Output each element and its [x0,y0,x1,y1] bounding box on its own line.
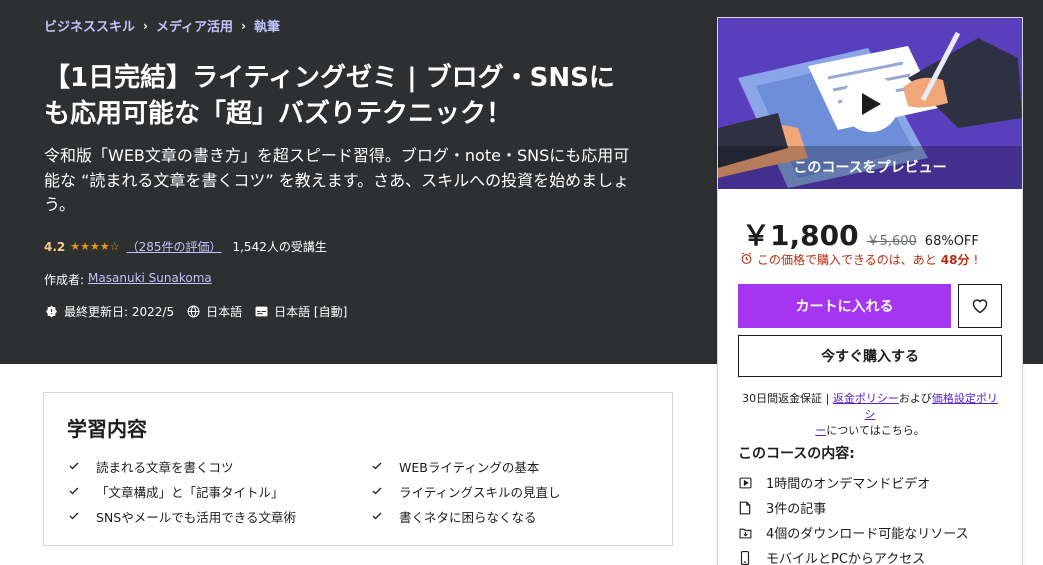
current-price: ￥1,800 [742,219,859,252]
alert-badge-icon [44,305,58,319]
learn-item: SNSやメールでも活用できる文章術 [68,507,371,525]
guarantee-prefix: 30日間返金保証 | [742,392,833,405]
author-label: 作成者: [44,273,85,287]
alarm-clock-icon [740,252,753,268]
guarantee-and: および [898,392,932,405]
learn-item: 読まれる文章を書くコツ [68,457,371,475]
captions-text: 日本語 [自動] [274,305,348,319]
learn-item-text: 書くネタに困らなくなる [399,509,537,525]
learn-item-text: ライティングスキルの見直し [399,484,561,500]
price-row: ￥1,800 ￥5,600 68%OFF [742,214,979,254]
purchase-card: このコースをプレビュー ￥1,800 ￥5,600 68%OFF この価格で購入… [717,17,1023,565]
discount-percent: 68%OFF [924,234,979,249]
closed-caption-icon [254,305,268,319]
sale-timer: この価格で購入できるのは、あと 48分! [740,251,978,268]
includes-item: 4個のダウンロード可能なリソース [738,520,969,545]
course-preview[interactable]: このコースをプレビュー [718,18,1022,189]
learn-item-text: 読まれる文章を書くコツ [96,459,234,475]
check-icon [371,485,383,497]
wishlist-button[interactable] [958,284,1002,328]
captions: 日本語 [自動] [254,303,347,320]
buy-now-button[interactable]: 今すぐ購入する [738,335,1002,377]
author-row: 作成者: Masanuki Sunakoma [44,271,212,288]
learn-item: 書くネタに困らなくなる [371,507,648,525]
learn-item: WEBライティングの基本 [371,457,648,475]
includes-item-label: 4個のダウンロード可能なリソース [766,527,969,542]
mobile-icon [738,550,752,565]
check-icon [371,460,383,472]
preview-label: このコースをプレビュー [793,160,947,176]
includes-item: 1時間のオンデマンドビデオ [738,470,969,495]
last-updated: 最終更新日: 2022/5 [44,303,174,320]
breadcrumb: ビジネススキル › メディア活用 › 執筆 [44,16,280,36]
includes-item-label: モバイルとPCからアクセス [766,552,926,565]
course-title-line2: も応用可能な「超」バズりテクニック！ [44,99,513,129]
what-you-will-learn: 学習内容 読まれる文章を書くコツ WEBライティングの基本 「文章構成」と「記事… [43,392,673,546]
includes-item: モバイルとPCからアクセス [738,545,969,565]
course-meta-row: 最終更新日: 2022/5 日本語 日本語 [自動] [44,303,353,320]
article-icon [738,501,752,515]
includes-item: 3件の記事 [738,495,969,520]
check-icon [68,460,80,472]
rating-count-link[interactable]: （285件の評価） [127,238,222,255]
chevron-right-icon: › [241,18,247,33]
download-icon [738,526,752,540]
includes-list: 1時間のオンデマンドビデオ 3件の記事 4個のダウンロード可能なリソース モバイ… [738,470,969,565]
course-subtitle-line1: 令和版「WEB文章の書き方」を超スピード習得。ブログ・note・SNSにも応用可 [44,146,630,165]
guarantee-suffix: についてはこちら。 [826,424,925,437]
play-icon [861,92,881,115]
learn-item-text: WEBライティングの基本 [399,459,540,475]
original-price: ￥5,600 [866,234,917,249]
timer-suffix: ! [973,252,979,267]
learn-item: 「文章構成」と「記事タイトル」 [68,482,371,500]
author-link[interactable]: Masanuki Sunakoma [88,271,212,288]
course-subtitle-line2: 能な “読まれる文章を書くコツ” を教えます。さあ、スキルへの投資を始めましょ [44,170,630,190]
money-back-guarantee: 30日間返金保証 | 返金ポリシーおよび価格設定ポリシ ーについてはこちら。 [738,391,1002,439]
heart-icon [972,299,988,314]
language: 日本語 [186,303,242,320]
refund-policy-link[interactable]: 返金ポリシー [833,392,899,405]
pricing-policy-link-end[interactable]: ー [815,424,826,437]
course-subtitle: 令和版「WEB文章の書き方」を超スピード習得。ブログ・note・SNSにも応用可… [44,144,684,218]
check-icon [371,510,383,522]
check-icon [68,510,80,522]
includes-title: このコースの内容: [738,446,855,462]
chevron-right-icon: › [143,18,148,33]
includes-item-label: 1時間のオンデマンドビデオ [766,477,931,492]
star-rating-icon: ★★★★☆ [70,240,120,253]
check-icon [68,485,80,497]
last-updated-text: 最終更新日: 2022/5 [64,305,175,319]
add-to-cart-button[interactable]: カートに入れる [738,284,951,328]
language-text: 日本語 [206,305,243,319]
breadcrumb-media[interactable]: メディア活用 [156,16,233,35]
learn-list: 読まれる文章を書くコツ WEBライティングの基本 「文章構成」と「記事タイトル」… [68,457,648,525]
course-subtitle-line3: う。 [44,195,76,214]
timer-remaining: 48分 [940,253,970,267]
learn-item-text: 「文章構成」と「記事タイトル」 [96,484,284,500]
learn-item: ライティングスキルの見直し [371,482,648,500]
learn-item-text: SNSやメールでも活用できる文章術 [96,509,296,525]
learn-title: 学習内容 [67,417,147,441]
rating-row: 4.2 ★★★★☆ （285件の評価） 1,542人の受講生 [44,238,327,255]
breadcrumb-writing[interactable]: 執筆 [254,16,280,35]
breadcrumb-business-skills[interactable]: ビジネススキル [44,16,135,35]
includes-item-label: 3件の記事 [766,502,827,517]
timer-text: この価格で購入できるのは、あと [757,253,937,267]
student-count: 1,542人の受講生 [232,240,327,254]
course-title-line1: 【1日完結】ライティングゼミ | ブログ・SNSに [44,63,615,93]
globe-icon [186,305,200,319]
course-title: 【1日完結】ライティングゼミ | ブログ・SNSに も応用可能な「超」バズりテク… [44,60,684,132]
rating-value: 4.2 [44,239,66,254]
video-icon [738,476,752,490]
play-button[interactable] [842,75,899,132]
